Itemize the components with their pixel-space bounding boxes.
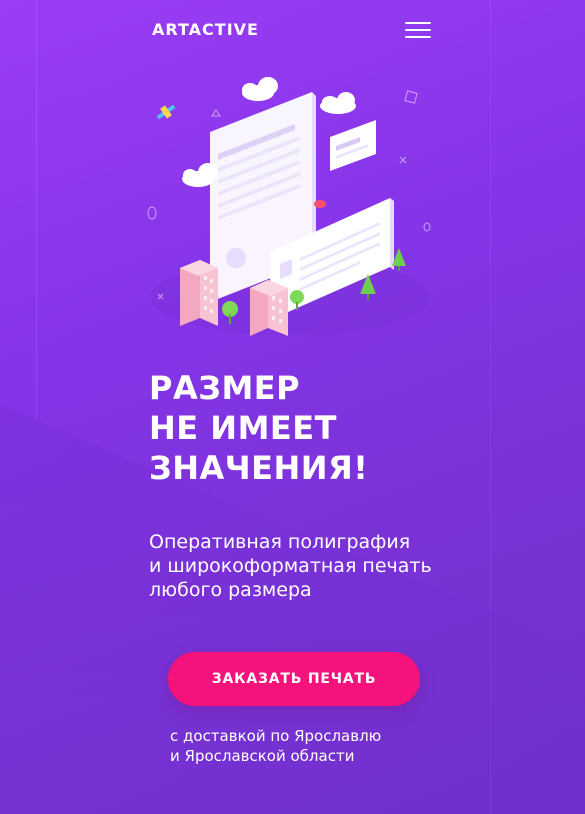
- isometric-illustration-svg: [147, 52, 431, 336]
- hero-headline: РАЗМЕР НЕ ИМЕЕТ ЗНАЧЕНИЯ!: [149, 368, 368, 488]
- hamburger-menu-icon[interactable]: [405, 20, 431, 40]
- order-print-button[interactable]: ЗАКАЗАТЬ ПЕЧАТЬ: [168, 652, 420, 706]
- menu-line: [405, 22, 431, 24]
- menu-line: [405, 36, 431, 38]
- headline-line: НЕ ИМЕЕТ: [149, 409, 337, 447]
- hero-illustration: [140, 52, 440, 347]
- background-line: [36, 0, 37, 420]
- headline-line: ЗНАЧЕНИЯ!: [149, 449, 369, 487]
- subtitle-line: и широкоформатная печать: [149, 555, 432, 577]
- subtitle-line: любого размера: [149, 579, 312, 601]
- background-line: [490, 0, 491, 814]
- headline-line: РАЗМЕР: [149, 369, 301, 407]
- subtitle-line: Оперативная полиграфия: [149, 531, 411, 553]
- delivery-line: и Ярославской области: [170, 747, 355, 765]
- site-header: ARTACTIVE: [0, 0, 585, 62]
- hero-subtitle: Оперативная полиграфия и широкоформатная…: [149, 530, 432, 602]
- menu-line: [405, 29, 431, 31]
- delivery-note: с доставкой по Ярославлю и Ярославской о…: [170, 726, 381, 766]
- logo[interactable]: ARTACTIVE: [152, 20, 259, 39]
- delivery-line: с доставкой по Ярославлю: [170, 727, 382, 745]
